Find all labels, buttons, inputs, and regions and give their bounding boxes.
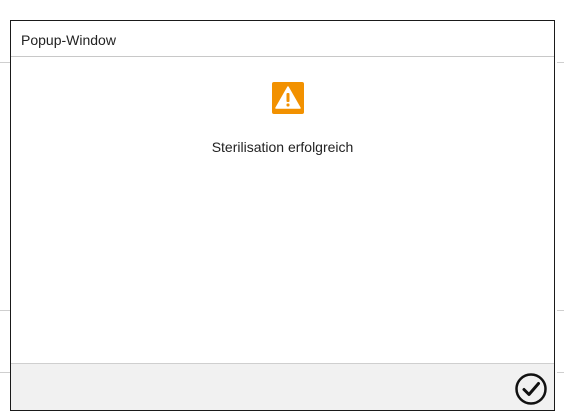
- background-window-edge: [0, 62, 10, 63]
- popup-title: Popup-Window: [21, 32, 116, 48]
- background-window-edge: [557, 372, 564, 373]
- popup-message: Sterilisation erfolgreich: [211, 139, 354, 155]
- popup-header: Popup-Window: [11, 21, 554, 57]
- background-window-edge: [0, 310, 10, 311]
- background-window-edge: [0, 372, 10, 373]
- popup-window: Popup-Window Sterilisation erfolgreich: [10, 20, 555, 411]
- background-window-edge: [557, 310, 564, 311]
- warning-icon: [272, 82, 304, 114]
- confirm-button[interactable]: [514, 372, 548, 406]
- check-circle-icon: [515, 373, 547, 405]
- screen: Popup-Window Sterilisation erfolgreich: [0, 0, 564, 417]
- popup-body: Sterilisation erfolgreich: [11, 57, 554, 363]
- background-window-edge: [557, 62, 564, 63]
- popup-footer: [11, 363, 554, 410]
